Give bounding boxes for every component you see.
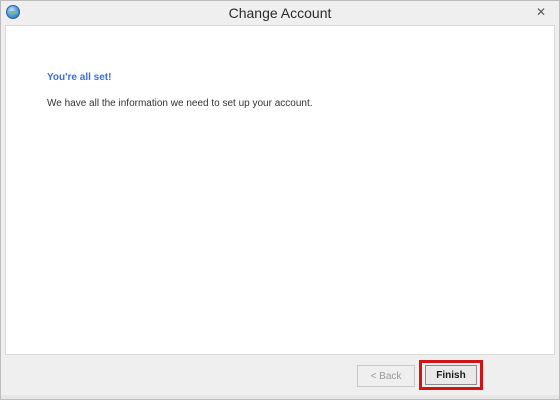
finish-button[interactable]: Finish — [425, 365, 477, 385]
bottom-edge — [1, 395, 559, 399]
dialog-footer: < Back Finish — [5, 355, 555, 395]
dialog-content: You're all set! We have all the informat… — [5, 25, 555, 355]
window-title: Change Account — [228, 5, 332, 21]
close-icon: ✕ — [535, 5, 547, 19]
change-account-dialog: Change Account ✕ You're all set! We have… — [0, 0, 560, 400]
back-button[interactable]: < Back — [357, 365, 415, 387]
close-button[interactable]: ✕ — [531, 3, 551, 21]
title-bar[interactable]: Change Account ✕ — [1, 1, 559, 25]
success-heading: You're all set! — [47, 72, 112, 83]
success-message: We have all the information we need to s… — [47, 98, 313, 109]
finish-highlight: Finish — [419, 360, 483, 390]
